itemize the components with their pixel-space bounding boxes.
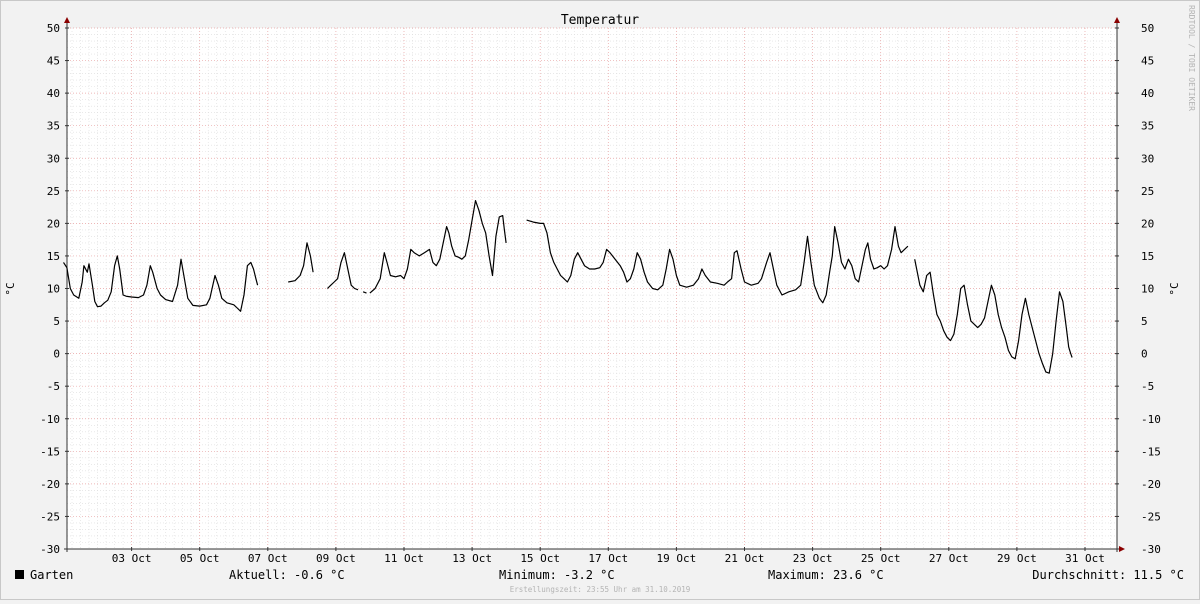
x-tick-label: 19 Oct xyxy=(657,552,697,565)
x-tick-label: 15 Oct xyxy=(520,552,560,565)
x-tick-label: 05 Oct xyxy=(180,552,220,565)
x-tick-label: 07 Oct xyxy=(248,552,288,565)
stat-minimum: Minimum: -3.2 °C xyxy=(499,568,615,582)
x-tick-label: 09 Oct xyxy=(316,552,356,565)
y-tick-label: -20 xyxy=(1141,478,1161,491)
y-axis-arrow-right xyxy=(1114,17,1120,23)
y-tick-label: 5 xyxy=(53,315,60,328)
y-tick-label: 0 xyxy=(53,348,60,361)
x-tick-label: 21 Oct xyxy=(725,552,765,565)
x-tick-label: 27 Oct xyxy=(929,552,969,565)
x-tick-label: 03 Oct xyxy=(112,552,152,565)
y-tick-label: 10 xyxy=(47,283,60,296)
x-tick-label: 23 Oct xyxy=(793,552,833,565)
y-tick-label: 45 xyxy=(47,55,60,68)
x-tick-label: 17 Oct xyxy=(588,552,628,565)
y-tick-label: -10 xyxy=(1141,413,1161,426)
y-tick-label: 35 xyxy=(1141,120,1154,133)
x-tick-label: 13 Oct xyxy=(452,552,492,565)
y-tick-label: 15 xyxy=(1141,250,1154,263)
y-tick-label: 15 xyxy=(47,250,60,263)
y-tick-label: -15 xyxy=(1141,445,1161,458)
x-tick-label: 11 Oct xyxy=(384,552,424,565)
watermark: RRDTOOL / TOBI OETIKER xyxy=(1187,5,1196,111)
y-tick-labels-right: 50454035302520151050-5-10-15-20-25-30 xyxy=(1141,22,1161,556)
x-axis-arrow xyxy=(1119,546,1125,552)
y-tick-label: 25 xyxy=(47,185,60,198)
y-tick-label: -25 xyxy=(1141,510,1161,523)
y-tick-label: -20 xyxy=(40,478,60,491)
legend-color-swatch xyxy=(15,570,24,579)
chart-window: 50 45 40 35 30 25 20 15 10 5 0 -5 -10 -15 -20 -25 -30 50… xyxy=(0,0,1200,600)
temperature-chart: 50454035302520151050-5-10-15-20-25-30 50… xyxy=(0,0,1200,600)
creation-timestamp: Erstellungszeit: 23:55 Uhr am 31.10.2019 xyxy=(510,585,691,594)
y-tick-label: 20 xyxy=(1141,217,1154,230)
y-tick-label: 50 xyxy=(47,22,60,35)
y-tick-label: 40 xyxy=(1141,87,1154,100)
y-tick-label: 45 xyxy=(1141,55,1154,68)
stat-average: Durchschnitt: 11.5 °C xyxy=(1032,568,1184,582)
y-tick-label: 5 xyxy=(1141,315,1148,328)
x-tick-label: 29 Oct xyxy=(997,552,1037,565)
y-tick-label: -30 xyxy=(1141,543,1161,556)
y-tick-labels-left: 50454035302520151050-5-10-15-20-25-30 xyxy=(40,22,60,556)
x-tick-labels: 03 Oct 05 Oct 07 Oct 09 Oct 11 Oct 13 Oct 15 O… xyxy=(112,552,1105,565)
y-tick-label: 30 xyxy=(1141,152,1154,165)
y-tick-label: 25 xyxy=(1141,185,1154,198)
y-tick-label: 35 xyxy=(47,120,60,133)
chart-title: Temperatur xyxy=(561,13,639,28)
y-axis-label-right: °C xyxy=(1168,282,1181,295)
y-axis-arrow-left xyxy=(64,17,70,23)
y-axis-label-left: °C xyxy=(4,282,17,295)
x-tick-label: 25 Oct xyxy=(861,552,901,565)
y-tick-label: 50 xyxy=(1141,22,1154,35)
y-tick-label: -15 xyxy=(40,445,60,458)
y-tick-label: -5 xyxy=(1141,380,1154,393)
y-tick-label: -5 xyxy=(47,380,60,393)
y-tick-label: 0 xyxy=(1141,348,1148,361)
y-tick-label: 20 xyxy=(47,217,60,230)
y-tick-label: -10 xyxy=(40,413,60,426)
y-tick-label: -25 xyxy=(40,510,60,523)
stat-current: Aktuell: -0.6 °C xyxy=(229,568,345,582)
y-tick-label: 10 xyxy=(1141,283,1154,296)
x-tick-label: 31 Oct xyxy=(1065,552,1105,565)
y-tick-label: 30 xyxy=(47,152,60,165)
legend-label: Garten xyxy=(30,568,73,582)
y-tick-label: -30 xyxy=(40,543,60,556)
stat-maximum: Maximum: 23.6 °C xyxy=(768,568,884,582)
y-tick-label: 40 xyxy=(47,87,60,100)
